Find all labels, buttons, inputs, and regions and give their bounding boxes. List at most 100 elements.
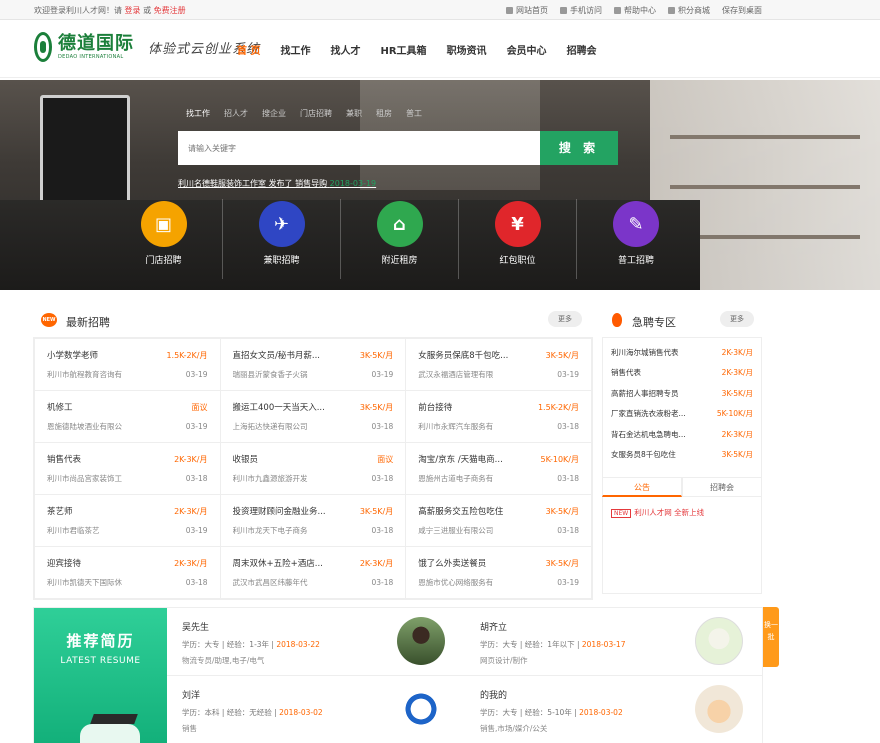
urgent-item[interactable]: 高薪招人事招聘专员 3K-5K/月 bbox=[611, 383, 753, 404]
resume-name[interactable]: 的我的 bbox=[480, 688, 507, 701]
job-title[interactable]: 饿了么外卖送餐员 bbox=[418, 557, 486, 569]
urgent-more-button[interactable]: 更多 bbox=[720, 311, 754, 327]
search-button[interactable]: 搜 索 bbox=[540, 131, 618, 165]
job-company[interactable]: 上海拓达快递有限公司 bbox=[233, 421, 308, 432]
job-cell[interactable]: 前台接待 1.5K-2K/月 利川市永辉汽车服务有 03-18 bbox=[405, 390, 592, 443]
home-link[interactable]: 网站首页 bbox=[506, 5, 548, 16]
nav-career-news[interactable]: 职场资讯 bbox=[447, 42, 487, 57]
register-link[interactable]: 免费注册 bbox=[154, 6, 186, 15]
job-title[interactable]: 前台接待 bbox=[418, 401, 452, 413]
notice-link[interactable]: 利川人才网 全新上线 bbox=[634, 508, 704, 517]
job-title[interactable]: 女服务员保底8千包吃... bbox=[418, 349, 508, 361]
job-company[interactable]: 利川市凯德天下国际休 bbox=[47, 577, 122, 588]
urgent-item[interactable]: 厂家直销洗衣液粉老... 5K-10K/月 bbox=[611, 404, 753, 425]
resume-card[interactable]: 刘洋 学历：本科 | 经验：无经验 | 2018-03-02 销售 bbox=[167, 676, 465, 743]
points-mall-link[interactable]: 积分商城 bbox=[668, 5, 710, 16]
latest-more-button[interactable]: 更多 bbox=[548, 311, 582, 327]
job-cell[interactable]: 周末双休+五险+酒店... 2K-3K/月 武汉市武昌区纬藤年代 03-18 bbox=[219, 546, 407, 599]
search-tab-job[interactable]: 找工作 bbox=[186, 108, 210, 119]
mobile-link[interactable]: 手机访问 bbox=[560, 5, 602, 16]
job-title[interactable]: 投资理财顾问金融业务... bbox=[233, 505, 326, 517]
login-link[interactable]: 登录 bbox=[125, 6, 141, 15]
category-worker[interactable]: ✎ 普工招聘 bbox=[577, 199, 695, 279]
job-company[interactable]: 咸宁三进服业有限公司 bbox=[418, 525, 493, 536]
job-title[interactable]: 高薪服务交五险包吃住 bbox=[418, 505, 503, 517]
job-cell[interactable]: 迎宾接待 2K-3K/月 利川市凯德天下国际休 03-18 bbox=[34, 546, 221, 599]
refresh-resumes-tab[interactable]: 换一批 bbox=[763, 607, 779, 667]
avatar-sketch[interactable] bbox=[695, 617, 743, 665]
avatar-cartoon[interactable] bbox=[695, 685, 743, 733]
urgent-item[interactable]: 背石金达机电急聘电... 2K-3K/月 bbox=[611, 424, 753, 445]
job-title[interactable]: 周末双休+五险+酒店... bbox=[233, 557, 323, 569]
job-company[interactable]: 利川市龙天下电子商务 bbox=[233, 525, 308, 536]
urgent-job-title[interactable]: 高薪招人事招聘专员 bbox=[611, 388, 679, 399]
resume-name[interactable]: 刘洋 bbox=[182, 688, 200, 701]
job-company[interactable]: 瑞丽县沂蒙食香子火锅 bbox=[233, 369, 308, 380]
job-cell[interactable]: 搬运工400一天当天入... 3K-5K/月 上海拓达快递有限公司 03-18 bbox=[219, 390, 407, 443]
urgent-item[interactable]: 女服务员8千包吃住 3K-5K/月 bbox=[611, 445, 753, 466]
resume-name[interactable]: 胡齐立 bbox=[480, 620, 507, 633]
job-title[interactable]: 迎宾接待 bbox=[47, 557, 81, 569]
job-cell[interactable]: 淘宝/京东 /天猫电商... 5K-10K/月 恩施州古道电子商务有 03-18 bbox=[405, 442, 592, 495]
job-cell[interactable]: 机修工 面议 恩施德陆坡酒业有限公 03-19 bbox=[34, 390, 221, 443]
tab-job-fair[interactable]: 招聘会 bbox=[682, 477, 762, 497]
save-desktop-link[interactable]: 保存到桌面 bbox=[722, 5, 762, 16]
job-cell[interactable]: 女服务员保底8千包吃... 3K-5K/月 武汉永福酒店管理有限 03-19 bbox=[405, 338, 592, 391]
job-title[interactable]: 收银员 bbox=[233, 453, 259, 465]
nav-job-fair[interactable]: 招聘会 bbox=[567, 42, 597, 57]
job-title[interactable]: 机修工 bbox=[47, 401, 73, 413]
job-cell[interactable]: 收银员 面议 利川市九鑫源旅游开发 03-18 bbox=[219, 442, 407, 495]
job-title[interactable]: 销售代表 bbox=[47, 453, 81, 465]
search-tab-talent[interactable]: 招人才 bbox=[224, 108, 248, 119]
job-title[interactable]: 直招女文员/秘书月薪... bbox=[233, 349, 320, 361]
urgent-job-title[interactable]: 利川海尔城销售代表 bbox=[611, 347, 679, 358]
job-company[interactable]: 武汉市武昌区纬藤年代 bbox=[233, 577, 308, 588]
urgent-job-title[interactable]: 厂家直销洗衣液粉老... bbox=[611, 408, 686, 419]
job-cell[interactable]: 茶艺师 2K-3K/月 利川市君临茶艺 03-19 bbox=[34, 494, 221, 547]
job-company[interactable]: 恩施德陆坡酒业有限公 bbox=[47, 421, 122, 432]
job-title[interactable]: 茶艺师 bbox=[47, 505, 73, 517]
job-title[interactable]: 小学数学老师 bbox=[47, 349, 98, 361]
nav-member-center[interactable]: 会员中心 bbox=[507, 42, 547, 57]
job-company[interactable]: 恩施州古道电子商务有 bbox=[418, 473, 493, 484]
urgent-job-title[interactable]: 销售代表 bbox=[611, 367, 641, 378]
job-company[interactable]: 利川市永辉汽车服务有 bbox=[418, 421, 493, 432]
job-cell[interactable]: 饿了么外卖送餐员 3K-5K/月 恩施市优心网络服务有 03-19 bbox=[405, 546, 592, 599]
job-cell[interactable]: 高薪服务交五险包吃住 3K-5K/月 咸宁三进服业有限公司 03-18 bbox=[405, 494, 592, 547]
search-tab-store[interactable]: 门店招聘 bbox=[300, 108, 332, 119]
nav-hr-toolbox[interactable]: HR工具箱 bbox=[380, 42, 426, 57]
urgent-item[interactable]: 利川海尔城销售代表 2K-3K/月 bbox=[611, 342, 753, 363]
search-tab-company[interactable]: 搜企业 bbox=[262, 108, 286, 119]
avatar-photo[interactable] bbox=[397, 617, 445, 665]
search-tab-worker[interactable]: 普工 bbox=[406, 108, 422, 119]
category-store[interactable]: ▣ 门店招聘 bbox=[105, 199, 223, 279]
latest-news-ticker[interactable]: 利川名德鞋服装饰工作室 发布了 销售导购 2018-03-19 bbox=[178, 178, 376, 189]
resume-card[interactable]: 的我的 学历：大专 | 经验：5-10年 | 2018-03-02 销售,市场/媒介… bbox=[465, 676, 763, 743]
nav-find-job[interactable]: 找工作 bbox=[280, 42, 310, 57]
nav-find-talent[interactable]: 找人才 bbox=[330, 42, 360, 57]
job-cell[interactable]: 小学数学老师 1.5K-2K/月 利川市航程教育咨询有 03-19 bbox=[34, 338, 221, 391]
job-company[interactable]: 利川市九鑫源旅游开发 bbox=[233, 473, 308, 484]
resume-card[interactable]: 吴先生 学历：大专 | 经验：1-3年 | 2018-03-22 物流专员/助理,电… bbox=[167, 608, 465, 676]
category-house[interactable]: ⌂ 附近租房 bbox=[341, 199, 459, 279]
job-company[interactable]: 利川市航程教育咨询有 bbox=[47, 369, 122, 380]
logo[interactable]: 德道国际 DEDAO INTERNATIONAL 体验式云创业系统 bbox=[34, 32, 260, 62]
job-title[interactable]: 淘宝/京东 /天猫电商... bbox=[418, 453, 503, 465]
job-cell[interactable]: 投资理财顾问金融业务... 3K-5K/月 利川市龙天下电子商务 03-18 bbox=[219, 494, 407, 547]
category-yen[interactable]: ¥ 红包职位 bbox=[459, 199, 577, 279]
avatar-logo[interactable] bbox=[397, 685, 445, 733]
tab-announcement[interactable]: 公告 bbox=[602, 477, 682, 497]
search-input[interactable] bbox=[178, 131, 540, 165]
resume-name[interactable]: 吴先生 bbox=[182, 620, 209, 633]
help-link[interactable]: 帮助中心 bbox=[614, 5, 656, 16]
job-cell[interactable]: 直招女文员/秘书月薪... 3K-5K/月 瑞丽县沂蒙食香子火锅 03-19 bbox=[219, 338, 407, 391]
urgent-job-title[interactable]: 女服务员8千包吃住 bbox=[611, 449, 676, 460]
job-title[interactable]: 搬运工400一天当天入... bbox=[233, 401, 325, 413]
nav-home[interactable]: 首 页 bbox=[237, 42, 260, 57]
job-company[interactable]: 恩施市优心网络服务有 bbox=[418, 577, 493, 588]
job-cell[interactable]: 销售代表 2K-3K/月 利川市尚品宫家装饰工 03-18 bbox=[34, 442, 221, 495]
search-tab-rent[interactable]: 租房 bbox=[376, 108, 392, 119]
job-company[interactable]: 武汉永福酒店管理有限 bbox=[418, 369, 493, 380]
urgent-item[interactable]: 销售代表 2K-3K/月 bbox=[611, 363, 753, 384]
job-company[interactable]: 利川市尚品宫家装饰工 bbox=[47, 473, 122, 484]
